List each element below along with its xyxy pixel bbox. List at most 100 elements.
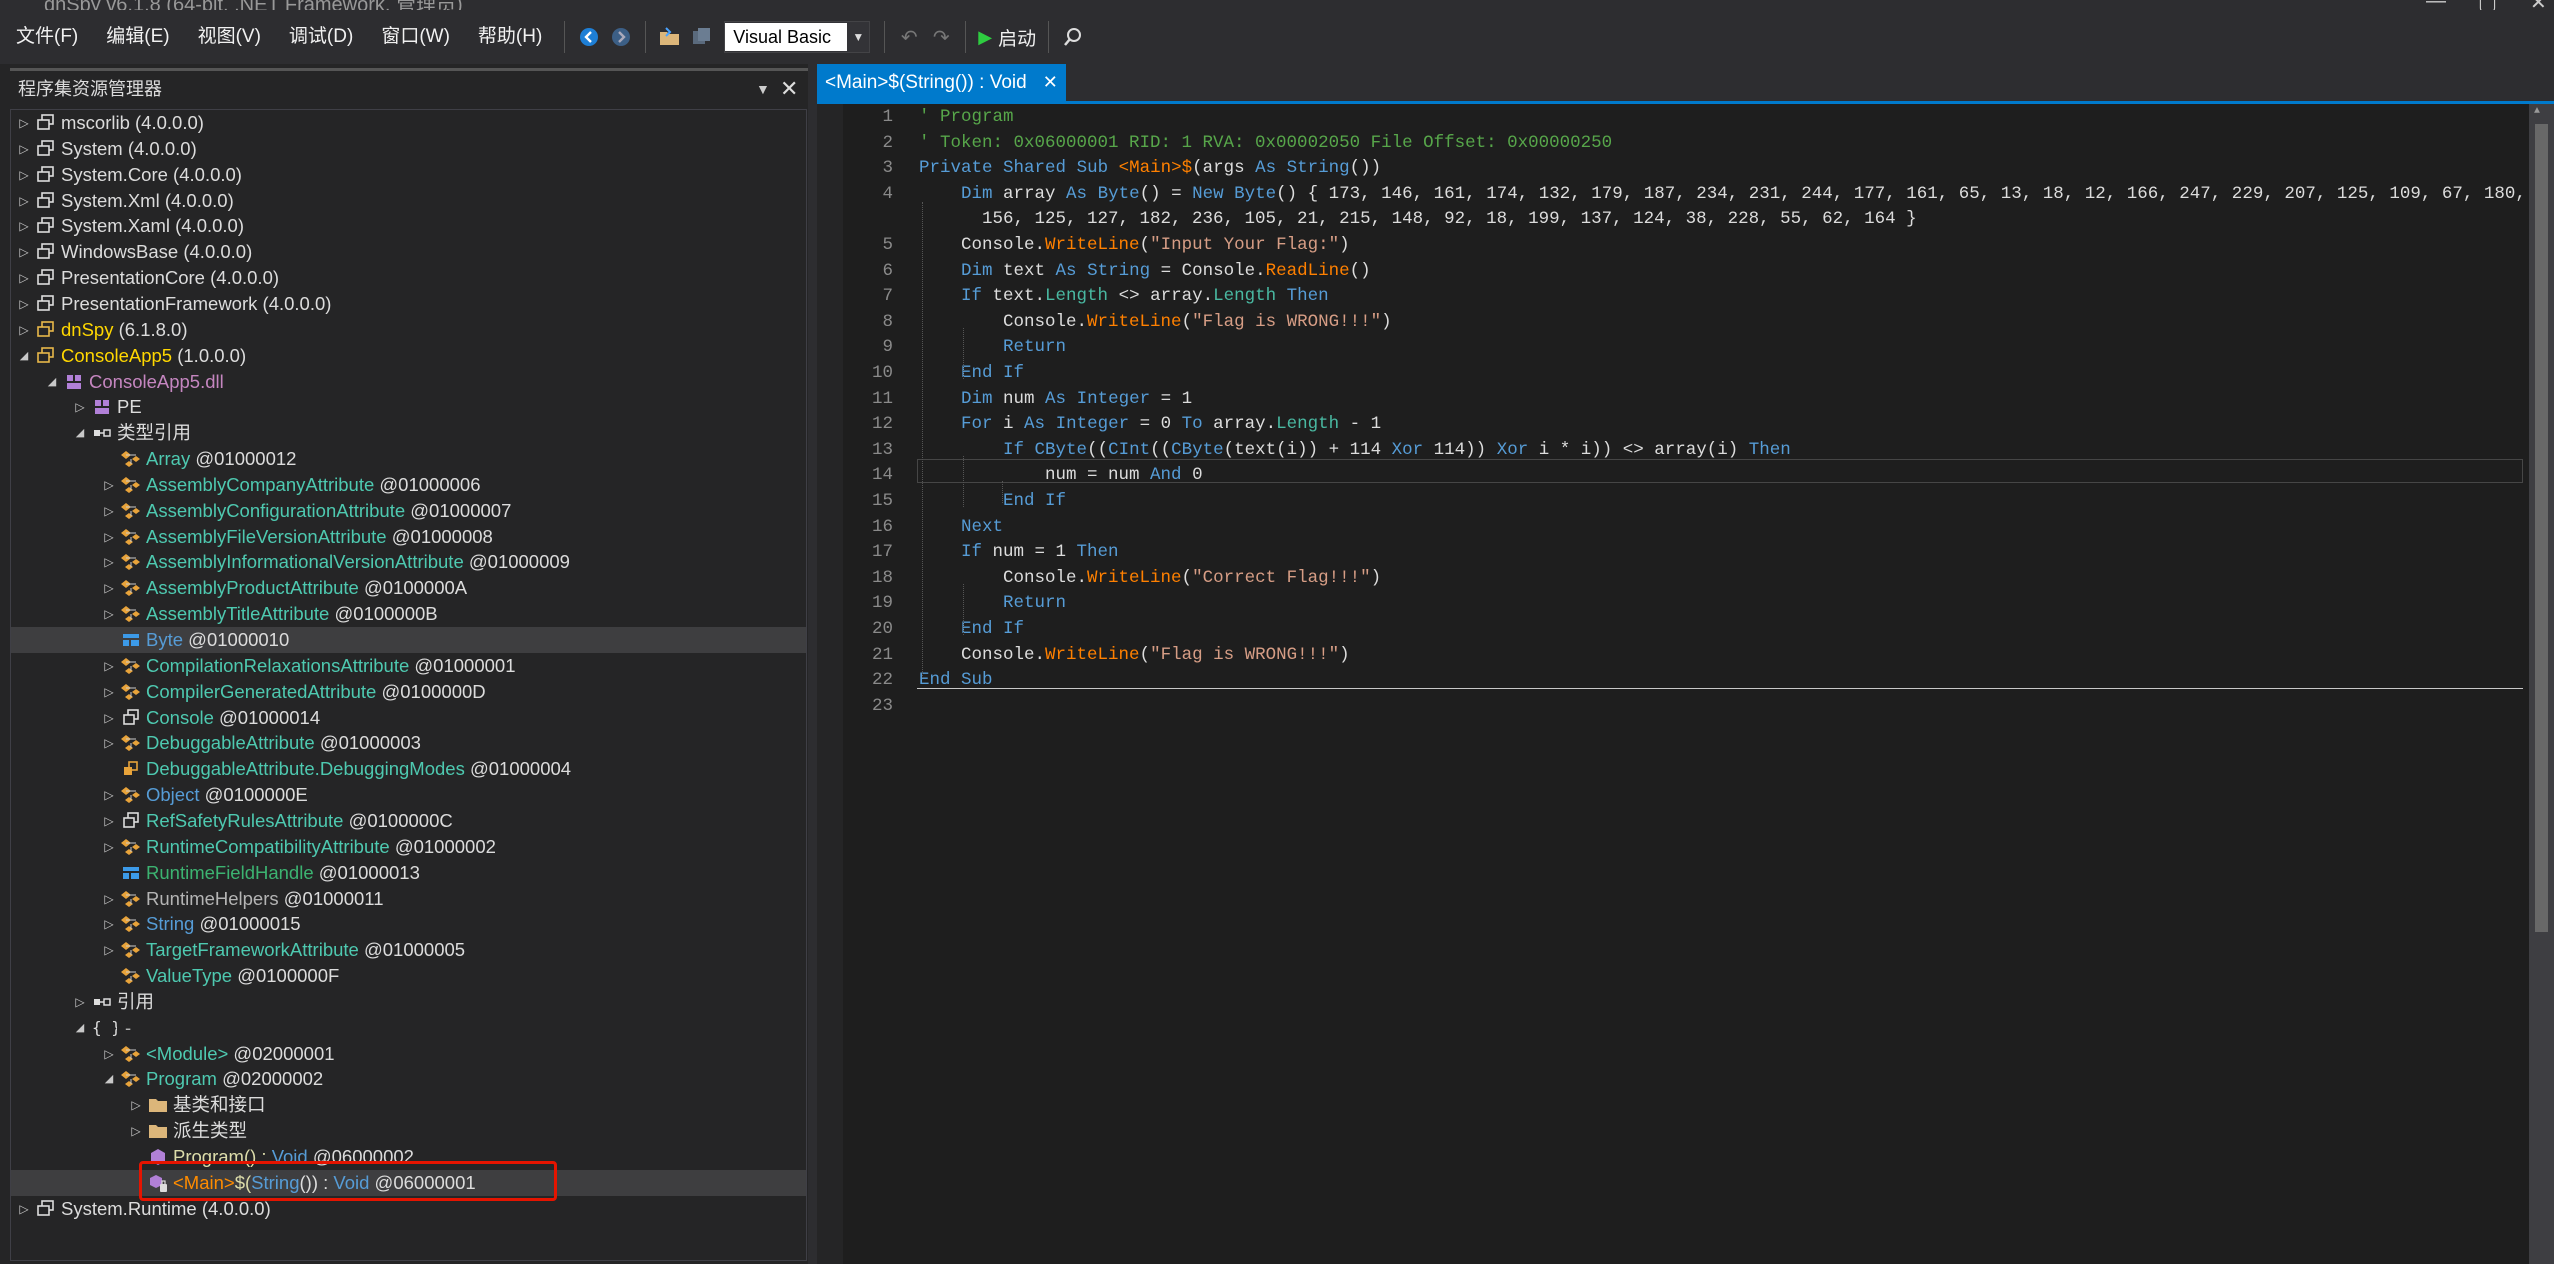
collapse-arrow-icon[interactable]: ◢ xyxy=(17,343,31,369)
expand-arrow-icon[interactable]: ▷ xyxy=(102,808,116,834)
tree-item[interactable]: DebuggableAttribute.DebuggingModes @0100… xyxy=(11,756,806,782)
open-folder-icon[interactable] xyxy=(654,17,686,57)
tree-item[interactable]: ▷ DebuggableAttribute @01000003 xyxy=(11,730,806,756)
close-panel-icon[interactable]: ✕ xyxy=(780,71,798,107)
expand-arrow-icon[interactable]: ▷ xyxy=(102,911,116,937)
maximize-icon[interactable]: ▢ xyxy=(2478,0,2497,10)
expand-arrow-icon[interactable]: ▷ xyxy=(73,394,87,420)
expand-arrow-icon[interactable]: ▷ xyxy=(102,834,116,860)
tree-item[interactable]: ◢ ConsoleApp5 (1.0.0.0) xyxy=(11,343,806,369)
expand-arrow-icon[interactable]: ▷ xyxy=(73,989,87,1015)
tree-item[interactable]: ▷ RefSafetyRulesAttribute @0100000C xyxy=(11,808,806,834)
tree-item[interactable]: ▷ System.Xaml (4.0.0.0) xyxy=(11,213,806,239)
tree-item[interactable]: ▷ System.Core (4.0.0.0) xyxy=(11,162,806,188)
expand-arrow-icon[interactable]: ▷ xyxy=(17,162,31,188)
expand-arrow-icon[interactable]: ▷ xyxy=(102,782,116,808)
tree-item[interactable]: ▷ PresentationCore (4.0.0.0) xyxy=(11,265,806,291)
expand-arrow-icon[interactable]: ▷ xyxy=(17,1196,31,1222)
tree-item[interactable]: ▷ <Module> @02000001 xyxy=(11,1041,806,1067)
menu-help[interactable]: 帮助(H) xyxy=(464,17,556,57)
expand-arrow-icon[interactable]: ▷ xyxy=(17,265,31,291)
tree-item[interactable]: ▷ CompilerGeneratedAttribute @0100000D xyxy=(11,679,806,705)
close-tab-icon[interactable]: ✕ xyxy=(1043,72,1058,92)
expand-arrow-icon[interactable]: ▷ xyxy=(17,291,31,317)
close-window-icon[interactable]: ✕ xyxy=(2530,0,2547,10)
tree-item[interactable]: Byte @01000010 xyxy=(11,627,806,653)
scrollbar-thumb[interactable] xyxy=(2535,124,2548,932)
tree-item[interactable]: ▷ System (4.0.0.0) xyxy=(11,136,806,162)
menu-edit[interactable]: 编辑(E) xyxy=(92,17,183,57)
expand-arrow-icon[interactable]: ▷ xyxy=(102,498,116,524)
expand-arrow-icon[interactable]: ▷ xyxy=(17,110,31,136)
tree-item[interactable]: ▷ AssemblyProductAttribute @0100000A xyxy=(11,575,806,601)
tree-item[interactable]: ▷ String @01000015 xyxy=(11,911,806,937)
expand-arrow-icon[interactable]: ▷ xyxy=(102,886,116,912)
tab-main-method[interactable]: <Main>$(String()) : Void ✕ xyxy=(817,64,1066,101)
menu-file[interactable]: 文件(F) xyxy=(2,17,92,57)
vertical-scrollbar[interactable]: ▲ xyxy=(2529,104,2554,1264)
expand-arrow-icon[interactable]: ▷ xyxy=(102,549,116,575)
tree-item[interactable]: ▷ Console @01000014 xyxy=(11,705,806,731)
expand-arrow-icon[interactable]: ▷ xyxy=(102,730,116,756)
tree-item[interactable]: ▷ RuntimeCompatibilityAttribute @01000002 xyxy=(11,834,806,860)
tree-item[interactable]: ▷ CompilationRelaxationsAttribute @010000… xyxy=(11,653,806,679)
tree-item[interactable]: ▷ 引用 xyxy=(11,989,806,1015)
undo-icon[interactable]: ↶ xyxy=(893,17,925,57)
tree-item[interactable]: ▷ AssemblyConfigurationAttribute @0100000… xyxy=(11,498,806,524)
tree-item[interactable]: ▷ Object @0100000E xyxy=(11,782,806,808)
expand-arrow-icon[interactable]: ▷ xyxy=(17,188,31,214)
tree-item[interactable]: ▷ mscorlib (4.0.0.0) xyxy=(11,110,806,136)
expand-arrow-icon[interactable]: ▷ xyxy=(17,317,31,343)
search-icon[interactable] xyxy=(1057,17,1089,57)
menu-view[interactable]: 视图(V) xyxy=(184,17,275,57)
tree-item[interactable]: ▷ AssemblyCompanyAttribute @01000006 xyxy=(11,472,806,498)
expand-arrow-icon[interactable]: ▷ xyxy=(102,1041,116,1067)
tree-item[interactable]: ▷ AssemblyFileVersionAttribute @01000008 xyxy=(11,524,806,550)
collapse-arrow-icon[interactable]: ◢ xyxy=(102,1066,116,1092)
tree-item[interactable]: ▷ PresentationFramework (4.0.0.0) xyxy=(11,291,806,317)
tree-item[interactable]: RuntimeFieldHandle @01000013 xyxy=(11,860,806,886)
tree-item[interactable]: ◢ Program @02000002 xyxy=(11,1066,806,1092)
expand-arrow-icon[interactable]: ▷ xyxy=(17,136,31,162)
expand-arrow-icon[interactable]: ▷ xyxy=(102,601,116,627)
start-button[interactable]: ▶ 启动 xyxy=(974,17,1040,57)
tree-item[interactable]: ▷ AssemblyTitleAttribute @0100000B xyxy=(11,601,806,627)
tree-item[interactable]: ◢ ConsoleApp5.dll xyxy=(11,369,806,395)
forward-icon[interactable] xyxy=(605,17,637,57)
expand-arrow-icon[interactable]: ▷ xyxy=(102,575,116,601)
panel-splitter[interactable] xyxy=(808,64,817,1264)
collapse-arrow-icon[interactable]: ◢ xyxy=(73,1015,87,1041)
collapse-arrow-icon[interactable]: ◢ xyxy=(45,369,59,395)
tree-item[interactable]: ValueType @0100000F xyxy=(11,963,806,989)
expand-arrow-icon[interactable]: ▷ xyxy=(17,239,31,265)
tree-item[interactable]: ▷ 基类和接口 xyxy=(11,1092,806,1118)
tree-item[interactable]: ▷ WindowsBase (4.0.0.0) xyxy=(11,239,806,265)
save-all-icon[interactable] xyxy=(686,17,718,57)
tree-item[interactable]: ▷ PE xyxy=(11,394,806,420)
tree-item[interactable]: ◢ 类型引用 xyxy=(11,420,806,446)
code-editor[interactable]: 1 ' Program 2 ' Token: 0x06000001 RID: 1 RV… xyxy=(817,104,2554,1264)
menu-debug[interactable]: 调试(D) xyxy=(275,17,367,57)
expand-arrow-icon[interactable]: ▷ xyxy=(129,1118,143,1144)
expand-arrow-icon[interactable]: ▷ xyxy=(102,524,116,550)
expand-arrow-icon[interactable]: ▷ xyxy=(129,1092,143,1118)
back-icon[interactable] xyxy=(573,17,605,57)
tree-item[interactable]: ▷ System.Xml (4.0.0.0) xyxy=(11,188,806,214)
scroll-up-icon[interactable]: ▲ xyxy=(2534,106,2540,117)
tree-item[interactable]: ▷ dnSpy (6.1.8.0) xyxy=(11,317,806,343)
tree-item[interactable]: ◢ { }- xyxy=(11,1015,806,1041)
collapse-arrow-icon[interactable]: ◢ xyxy=(73,420,87,446)
tree-item[interactable]: ▷ AssemblyInformationalVersionAttribute @… xyxy=(11,549,806,575)
tree-item[interactable]: Array @01000012 xyxy=(11,446,806,472)
expand-arrow-icon[interactable]: ▷ xyxy=(102,472,116,498)
tree-item[interactable]: ▷ TargetFrameworkAttribute @01000005 xyxy=(11,937,806,963)
expand-arrow-icon[interactable]: ▷ xyxy=(102,679,116,705)
tree-item[interactable]: ▷ RuntimeHelpers @01000011 xyxy=(11,886,806,912)
language-select[interactable]: Visual Basic ▼ xyxy=(724,21,871,53)
redo-icon[interactable]: ↷ xyxy=(925,17,957,57)
expand-arrow-icon[interactable]: ▷ xyxy=(102,937,116,963)
menu-window[interactable]: 窗口(W) xyxy=(367,17,464,57)
expand-arrow-icon[interactable]: ▷ xyxy=(102,653,116,679)
expand-arrow-icon[interactable]: ▷ xyxy=(17,213,31,239)
expand-arrow-icon[interactable]: ▷ xyxy=(102,705,116,731)
